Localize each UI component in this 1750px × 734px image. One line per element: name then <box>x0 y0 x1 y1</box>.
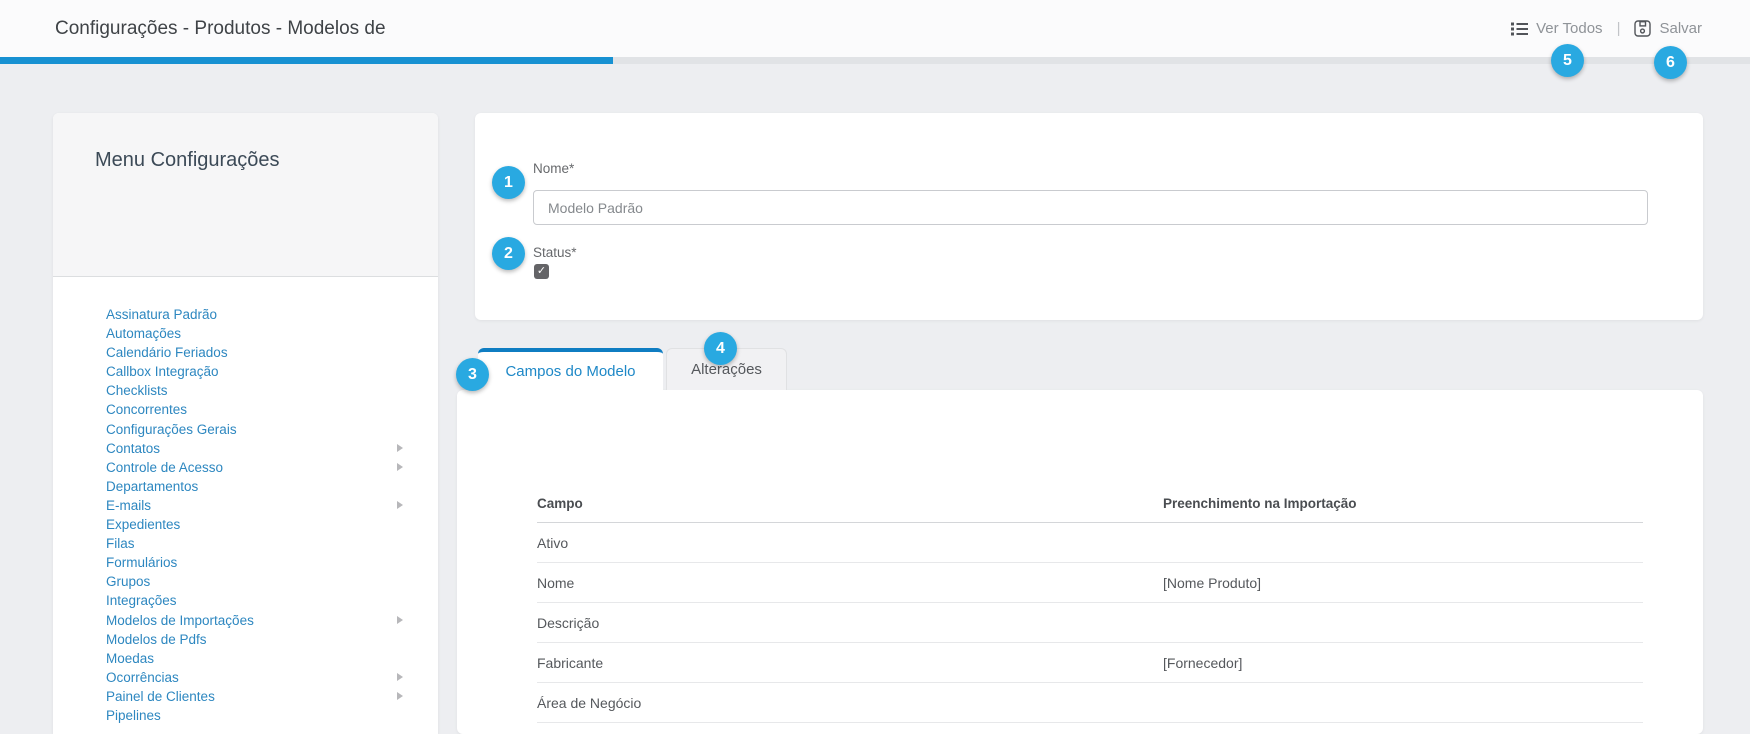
cell-campo: Ativo <box>537 535 569 551</box>
sidebar-item[interactable]: Assinatura Padrão <box>106 305 438 324</box>
cell-preenchimento: [Nome Produto] <box>1163 575 1262 591</box>
table-row[interactable]: Nome [Nome Produto] <box>537 563 1643 603</box>
cell-preenchimento: [Fornecedor] <box>1163 655 1243 671</box>
salvar-label: Salvar <box>1659 20 1702 37</box>
ver-todos-label: Ver Todos <box>1536 20 1603 37</box>
table-row[interactable]: Área de Negócio <box>537 683 1643 723</box>
cell-preenchimento <box>1163 523 1643 562</box>
sidebar-item[interactable]: Modelos de Importações <box>106 611 438 630</box>
callout-badge-2: 2 <box>492 237 525 270</box>
sidebar-item[interactable]: Configurações Gerais <box>106 420 438 439</box>
tab-content-panel: Campo Preenchimento na Importação Ativo N… <box>457 390 1703 734</box>
list-icon <box>1511 22 1529 36</box>
sidebar-item[interactable]: Calendário Feriados <box>106 343 438 362</box>
column-header-campo: Campo <box>537 496 583 511</box>
sidebar-item[interactable]: Integrações <box>106 591 438 610</box>
sidebar-item[interactable]: Controle de Acesso <box>106 458 438 477</box>
sidebar-item[interactable]: Automações <box>106 324 438 343</box>
sidebar-menu: Assinatura Padrão Automações Calendário Fe… <box>53 277 438 725</box>
sidebar-item[interactable]: Filas <box>106 534 438 553</box>
nome-input[interactable] <box>533 190 1648 225</box>
status-label: Status* <box>533 245 577 260</box>
submenu-arrow-icon <box>397 463 403 472</box>
sidebar-title: Menu Configurações <box>53 113 438 277</box>
sidebar-item[interactable]: Ocorrências <box>106 668 438 687</box>
submenu-arrow-icon <box>397 444 403 453</box>
sidebar-item[interactable]: Checklists <box>106 381 438 400</box>
ver-todos-button[interactable]: Ver Todos <box>1511 20 1603 37</box>
sidebar-item[interactable]: Expedientes <box>106 515 438 534</box>
callout-badge-1: 1 <box>492 166 525 199</box>
top-bar: Configurações - Produtos - Modelos de Ve… <box>0 0 1750 57</box>
callout-badge-6: 6 <box>1654 46 1687 79</box>
cell-preenchimento <box>1163 683 1643 722</box>
table-row[interactable]: Ativo <box>537 523 1643 563</box>
campos-table: Campo Preenchimento na Importação Ativo N… <box>537 484 1643 723</box>
table-row[interactable]: Fabricante [Fornecedor] <box>537 643 1643 683</box>
callout-badge-5: 5 <box>1551 44 1584 77</box>
model-form-panel: Nome* Status* <box>475 113 1703 320</box>
sidebar-item[interactable]: Moedas <box>106 649 438 668</box>
nome-label: Nome* <box>533 161 575 176</box>
header-underline-track <box>0 57 1750 64</box>
sidebar-item[interactable]: E-mails <box>106 496 438 515</box>
cell-campo: Descrição <box>537 615 600 631</box>
sidebar-item[interactable]: Modelos de Pdfs <box>106 630 438 649</box>
actions-separator: | <box>1616 20 1621 37</box>
save-icon <box>1634 20 1652 37</box>
sidebar-item[interactable]: Concorrentes <box>106 400 438 419</box>
cell-preenchimento <box>1163 603 1643 642</box>
salvar-button[interactable]: Salvar <box>1634 20 1702 37</box>
cell-campo: Área de Negócio <box>537 695 642 711</box>
tab-bar: Campos do Modelo Alterações <box>478 348 787 390</box>
sidebar-item[interactable]: Painel de Clientes <box>106 687 438 706</box>
submenu-arrow-icon <box>397 692 403 701</box>
tab-campos-do-modelo[interactable]: Campos do Modelo <box>478 348 663 390</box>
sidebar-item[interactable]: Formulários <box>106 553 438 572</box>
header-underline-accent <box>0 57 613 64</box>
cell-campo: Fabricante <box>537 655 604 671</box>
settings-sidebar: Menu Configurações Assinatura Padrão Auto… <box>53 113 438 734</box>
cell-campo: Nome <box>537 575 575 591</box>
submenu-arrow-icon <box>397 501 403 510</box>
sidebar-item[interactable]: Contatos <box>106 439 438 458</box>
page-title: Configurações - Produtos - Modelos de <box>55 18 386 39</box>
sidebar-item[interactable]: Callbox Integração <box>106 362 438 381</box>
table-header-row: Campo Preenchimento na Importação <box>537 484 1643 523</box>
callout-badge-3: 3 <box>456 358 489 391</box>
status-checkbox[interactable] <box>534 264 549 279</box>
sidebar-item[interactable]: Departamentos <box>106 477 438 496</box>
submenu-arrow-icon <box>397 673 403 682</box>
column-header-preenchimento: Preenchimento na Importação <box>1163 496 1357 511</box>
submenu-arrow-icon <box>397 616 403 625</box>
table-row[interactable]: Descrição <box>537 603 1643 643</box>
sidebar-item[interactable]: Pipelines <box>106 706 438 725</box>
callout-badge-4: 4 <box>704 332 737 365</box>
sidebar-item[interactable]: Grupos <box>106 572 438 591</box>
